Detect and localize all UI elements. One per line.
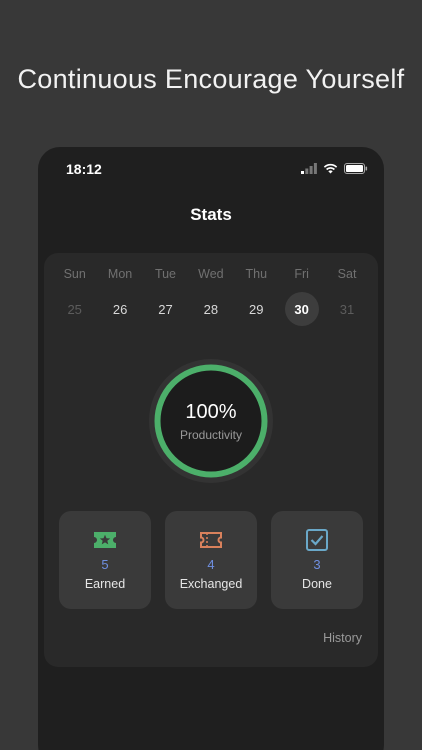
earned-label: Earned [84, 577, 126, 591]
exchanged-tile[interactable]: 4 Exchanged [165, 511, 257, 609]
status-time: 18:12 [66, 161, 102, 177]
week-selector: Sun 25 Mon 26 Tue 27 Wed 28 Thu 29 Fri 3… [52, 267, 370, 326]
day-name: Mon [107, 267, 133, 281]
exchange-ticket-icon [200, 532, 222, 548]
day-date-selected[interactable]: 30 [284, 292, 319, 326]
productivity-value: 100% [185, 400, 237, 423]
headline: Continuous Encourage Yourself [17, 64, 405, 94]
day-fri[interactable]: Fri 30 [279, 267, 324, 326]
day-wed[interactable]: Wed 28 [188, 267, 233, 326]
exchanged-count: 4 [207, 557, 215, 572]
day-tue[interactable]: Tue 27 [143, 267, 188, 326]
day-name: Sat [337, 267, 357, 281]
productivity-ring: 100% Productivity [147, 357, 275, 485]
day-date[interactable]: 26 [103, 292, 137, 326]
done-count: 3 [313, 557, 321, 572]
day-sun[interactable]: Sun 25 [52, 267, 97, 326]
wifi-icon [323, 163, 338, 174]
earned-count: 5 [101, 557, 109, 572]
phone-screen: 18:12 Stats Sun 25 Mon 26 Tue 27 Wed 28 … [38, 147, 384, 750]
history-link[interactable]: History [323, 631, 362, 645]
stats-card: Sun 25 Mon 26 Tue 27 Wed 28 Thu 29 Fri 3… [44, 253, 378, 667]
done-tile[interactable]: 3 Done [271, 511, 363, 609]
day-name: Tue [154, 267, 177, 281]
battery-icon [344, 163, 368, 174]
day-date[interactable]: 28 [194, 292, 228, 326]
checkbox-icon [306, 529, 328, 551]
day-thu[interactable]: Thu 29 [234, 267, 279, 326]
day-name: Wed [198, 267, 224, 281]
day-date[interactable]: 29 [239, 292, 273, 326]
exchanged-label: Exchanged [179, 577, 243, 591]
day-date[interactable]: 25 [58, 292, 92, 326]
day-name: Sun [63, 267, 86, 281]
day-date[interactable]: 31 [330, 292, 364, 326]
status-bar: 18:12 [38, 161, 384, 179]
done-label: Done [302, 577, 332, 591]
cellular-signal-icon [301, 163, 317, 174]
stat-tiles: 5 Earned 4 Exchanged 3 Done [59, 511, 363, 609]
screen-title: Stats [190, 205, 232, 224]
earned-tile[interactable]: 5 Earned [59, 511, 151, 609]
day-name: Thu [245, 267, 268, 281]
day-sat[interactable]: Sat 31 [324, 267, 369, 326]
day-name: Fri [294, 267, 309, 281]
day-mon[interactable]: Mon 26 [97, 267, 142, 326]
star-ticket-icon [94, 532, 116, 548]
day-date[interactable]: 27 [148, 292, 182, 326]
productivity-label: Productivity [179, 427, 243, 442]
